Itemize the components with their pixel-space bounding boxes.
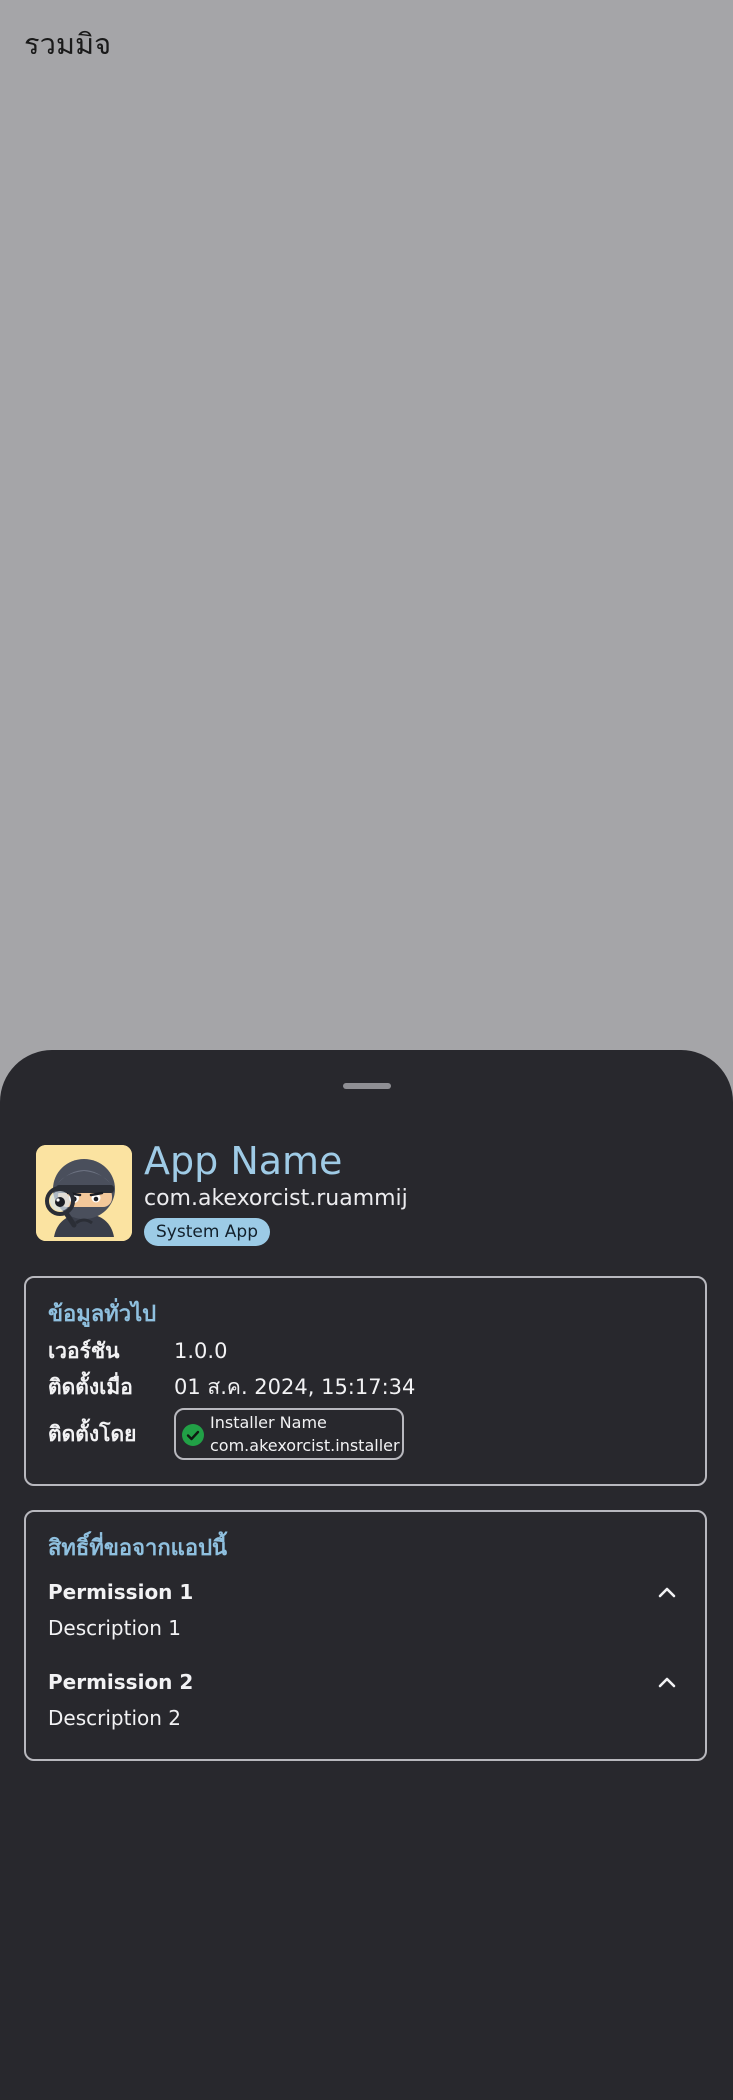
version-label: เวอร์ชัน bbox=[48, 1339, 120, 1363]
verified-check-icon bbox=[182, 1424, 204, 1446]
system-app-badge: System App bbox=[144, 1218, 271, 1246]
app-name: App Name bbox=[144, 1139, 343, 1183]
chevron-up-icon[interactable] bbox=[655, 1580, 679, 1604]
permissions-title: สิทธิ์ที่ขอจากแอปนี้ bbox=[48, 1536, 228, 1561]
installer-name: Installer Name bbox=[210, 1413, 327, 1432]
app-detail-bottom-sheet: App Name com.akexorcist.ruammij System A… bbox=[0, 1050, 733, 2100]
permission-name: Permission 2 bbox=[48, 1670, 194, 1694]
permissions-card: สิทธิ์ที่ขอจากแอปนี้ Permission 1 Descri… bbox=[24, 1510, 707, 1761]
installer-package: com.akexorcist.installer bbox=[210, 1436, 400, 1455]
ninja-detective-icon bbox=[36, 1145, 132, 1241]
permission-name: Permission 1 bbox=[48, 1580, 194, 1604]
screen-title: รวมมิจ bbox=[24, 27, 112, 61]
version-value: 1.0.0 bbox=[174, 1339, 228, 1363]
permission-description: Description 1 bbox=[48, 1616, 181, 1640]
general-info-title: ข้อมูลทั่วไป bbox=[48, 1302, 157, 1327]
chevron-up-icon[interactable] bbox=[655, 1670, 679, 1694]
installed-at-value: 01 ส.ค. 2024, 15:17:34 bbox=[174, 1375, 416, 1399]
sheet-drag-handle[interactable] bbox=[343, 1083, 391, 1089]
app-package-name: com.akexorcist.ruammij bbox=[144, 1186, 408, 1211]
installed-at-label: ติดตั้งเมื่อ bbox=[48, 1375, 133, 1399]
permission-description: Description 2 bbox=[48, 1706, 181, 1730]
installed-by-label: ติดตั้งโดย bbox=[48, 1422, 137, 1446]
installer-info-box: Installer Name com.akexorcist.installer bbox=[174, 1408, 404, 1460]
general-info-card: ข้อมูลทั่วไป เวอร์ชัน 1.0.0 ติดตั้งเมื่อ… bbox=[24, 1276, 707, 1486]
